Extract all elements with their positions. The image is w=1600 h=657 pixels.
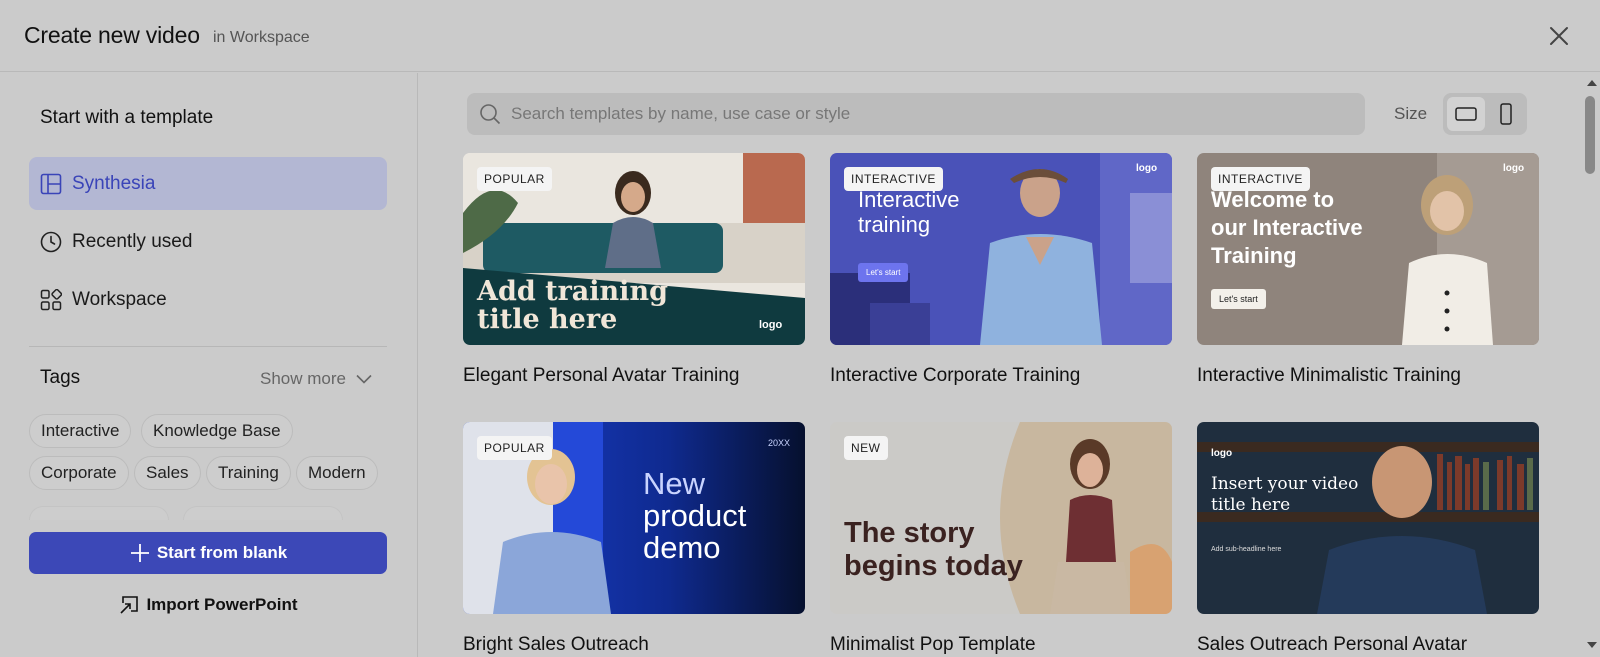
- thumbnail-line: title here: [1211, 495, 1291, 515]
- start-from-blank-button[interactable]: Start from blank: [29, 532, 387, 574]
- thumbnail-line: title here: [477, 304, 618, 335]
- modal-subtitle: in Workspace: [213, 29, 310, 46]
- template-thumbnail: NEW The story begins today: [830, 422, 1172, 614]
- thumbnail-title: Insert your video title here: [1211, 474, 1358, 516]
- template-title: Bright Sales Outreach: [463, 634, 649, 655]
- close-icon[interactable]: [1545, 22, 1573, 50]
- scroll-down-icon: [1587, 642, 1597, 648]
- plus-icon: [130, 544, 149, 562]
- template-card[interactable]: INTERACTIVE Interactive training Let's s…: [830, 153, 1172, 386]
- thumbnail-line: Training: [1211, 243, 1297, 268]
- show-more-label: Show more: [260, 369, 346, 388]
- sidebar-item-synthesia[interactable]: Synthesia: [29, 157, 387, 210]
- template-title: Sales Outreach Personal Avatar: [1197, 634, 1468, 655]
- template-title: Interactive Corporate Training: [830, 365, 1081, 386]
- search-input[interactable]: [511, 104, 1331, 124]
- tag-training[interactable]: Training: [206, 456, 291, 490]
- sidebar-item-workspace[interactable]: Workspace: [29, 273, 387, 326]
- grid-icon: [40, 288, 62, 310]
- thumbnail-line: our Interactive: [1211, 215, 1363, 240]
- thumbnail-line: Insert your video: [1211, 474, 1359, 494]
- sidebar-item-label: Recently used: [72, 230, 193, 252]
- logo-mark: logo: [1136, 163, 1158, 174]
- logo-mark: logo: [759, 319, 783, 331]
- thumbnail-title: Add training title here: [477, 278, 668, 334]
- tag-partial: [29, 506, 169, 520]
- thumbnail-title: Welcome to our Interactive Training: [1211, 186, 1363, 270]
- thumbnail-title: New product demo: [643, 468, 746, 564]
- thumbnail-title: The story begins today: [844, 517, 1023, 583]
- template-badge: NEW: [844, 436, 888, 460]
- template-thumbnail: INTERACTIVE Welcome to our Interactive T…: [1197, 153, 1539, 345]
- template-card[interactable]: Insert your video title here Add sub-hea…: [1197, 422, 1539, 655]
- tag-knowledge-base[interactable]: Knowledge Base: [141, 414, 293, 448]
- create-video-modal: Create new video in Workspace Start with…: [0, 0, 1600, 657]
- template-thumbnail: POPULAR Add training title here logo: [463, 153, 805, 345]
- thumbnail-cta: Let's start: [1211, 289, 1266, 309]
- template-sidebar: Start with a template Synthesia Recently…: [0, 73, 418, 657]
- template-thumbnail: INTERACTIVE Interactive training Let's s…: [830, 153, 1172, 345]
- thumbnail-line: product: [643, 498, 747, 533]
- sidebar-item-label: Synthesia: [72, 172, 156, 194]
- thumbnail-title: Interactive training: [858, 187, 960, 237]
- thumbnail-line: demo: [643, 530, 721, 565]
- tag-corporate[interactable]: Corporate: [29, 456, 129, 490]
- template-gallery: Size: [419, 73, 1600, 657]
- template-thumbnail: POPULAR New product demo 20XX: [463, 422, 805, 614]
- portrait-size-button[interactable]: [1487, 97, 1525, 131]
- landscape-icon: [1455, 107, 1477, 121]
- sidebar-item-label: Workspace: [72, 288, 167, 310]
- logo-mark: logo: [1503, 163, 1525, 174]
- import-powerpoint-button[interactable]: Import PowerPoint: [29, 584, 387, 626]
- landscape-size-button[interactable]: [1447, 97, 1485, 131]
- sidebar-divider: [29, 346, 387, 347]
- template-card[interactable]: POPULAR Add training title here logo Ele…: [463, 153, 805, 386]
- import-icon: [120, 596, 139, 614]
- thumbnail-subtitle: Add sub-headline here: [1211, 546, 1282, 553]
- thumbnail-line: Add training: [477, 276, 668, 307]
- layout-icon: [40, 173, 62, 194]
- modal-header: Create new video in Workspace: [0, 0, 1600, 72]
- modal-title: Create new video: [24, 22, 200, 48]
- template-badge: POPULAR: [477, 436, 552, 460]
- tags-heading: Tags: [40, 367, 81, 388]
- tag-interactive[interactable]: Interactive: [29, 414, 132, 448]
- template-card[interactable]: NEW The story begins today Minimalist Po…: [830, 422, 1172, 655]
- template-card[interactable]: INTERACTIVE Welcome to our Interactive T…: [1197, 153, 1539, 386]
- thumbnail-line: Welcome to: [1211, 187, 1335, 212]
- thumbnail-line: New: [643, 466, 706, 501]
- scrollbar-thumb[interactable]: [1585, 96, 1595, 174]
- thumbnail-year: 20XX: [768, 438, 791, 448]
- logo-mark: logo: [1211, 448, 1233, 459]
- sidebar-item-recently-used[interactable]: Recently used: [29, 215, 387, 268]
- tag-partial: [183, 506, 343, 520]
- show-more-button[interactable]: Show more: [260, 369, 372, 389]
- search-icon: [480, 104, 501, 125]
- thumbnail-line: The story: [844, 517, 975, 549]
- scroll-up-icon: [1587, 80, 1597, 86]
- import-powerpoint-label: Import PowerPoint: [146, 595, 298, 614]
- template-thumbnail: Insert your video title here Add sub-hea…: [1197, 422, 1539, 614]
- search-bar[interactable]: [467, 93, 1365, 135]
- clock-icon: [40, 231, 62, 252]
- size-label: Size: [1394, 104, 1428, 123]
- chevron-down-icon: [356, 374, 372, 384]
- thumbnail-line: begins today: [844, 550, 1023, 582]
- template-title: Interactive Minimalistic Training: [1197, 365, 1461, 386]
- thumbnail-cta: Let's start: [858, 263, 909, 282]
- template-title: Elegant Personal Avatar Training: [463, 365, 740, 386]
- thumbnail-line: training: [858, 212, 931, 237]
- start-from-blank-label: Start from blank: [156, 543, 288, 562]
- tag-sales[interactable]: Sales: [134, 456, 201, 490]
- thumbnail-line: Interactive: [858, 187, 960, 212]
- sidebar-heading: Start with a template: [40, 107, 214, 128]
- template-title: Minimalist Pop Template: [830, 634, 1036, 655]
- size-toggle: [1443, 93, 1527, 135]
- template-card[interactable]: POPULAR New product demo 20XX Bright Sal…: [463, 422, 805, 655]
- tag-modern[interactable]: Modern: [296, 456, 378, 490]
- template-badge: POPULAR: [477, 167, 552, 191]
- portrait-icon: [1500, 103, 1512, 125]
- thumbnail-image: [1197, 422, 1539, 614]
